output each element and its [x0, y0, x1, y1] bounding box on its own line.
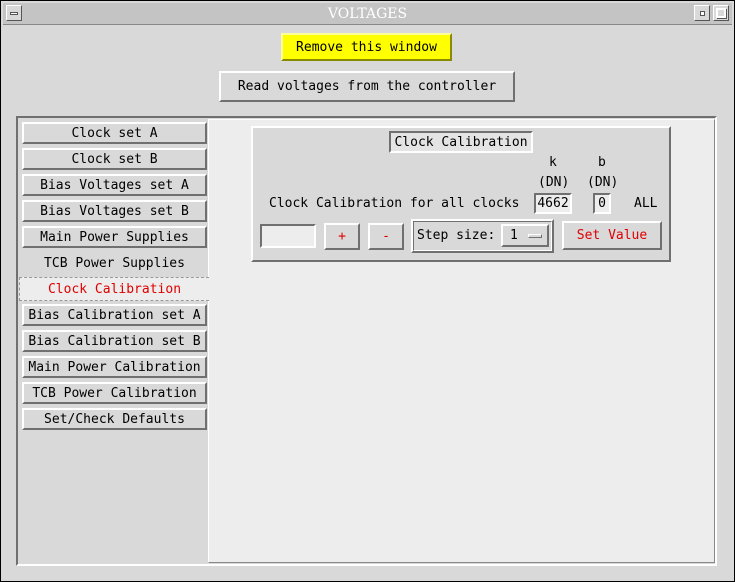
tab-clock-set-b[interactable]: Clock set B: [22, 148, 207, 170]
remove-window-button[interactable]: Remove this window: [281, 33, 452, 61]
tab-bias-calibration-set-b[interactable]: Bias Calibration set B: [22, 330, 207, 352]
step-size-value: 1: [510, 228, 518, 243]
tab-tcb-power-calibration[interactable]: TCB Power Calibration: [22, 382, 207, 404]
tab-set-check-defaults[interactable]: Set/Check Defaults: [22, 408, 207, 430]
tab-bias-voltages-set-a[interactable]: Bias Voltages set A: [22, 174, 207, 196]
column-k-unit: (DN): [538, 175, 570, 190]
decrement-button[interactable]: -: [368, 223, 404, 250]
window-title: VOLTAGES: [327, 6, 408, 22]
step-size-label: Step size:: [417, 228, 496, 243]
row-label: Clock Calibration for all clocks: [269, 196, 520, 211]
tab-main-power-supplies[interactable]: Main Power Supplies: [22, 226, 207, 248]
column-b-header: b: [598, 155, 606, 170]
tab-clock-calibration[interactable]: Clock Calibration: [19, 277, 209, 301]
set-value-button[interactable]: Set Value: [562, 221, 662, 250]
tab-main-power-calibration[interactable]: Main Power Calibration: [22, 356, 207, 378]
maximize-button[interactable]: [713, 5, 729, 21]
tab-bias-calibration-set-a[interactable]: Bias Calibration set A: [22, 304, 207, 326]
tab-tcb-power-supplies[interactable]: TCB Power Supplies: [22, 252, 207, 274]
tab-bias-voltages-set-b[interactable]: Bias Voltages set B: [22, 200, 207, 222]
maximize-icon: [716, 8, 726, 18]
increment-button[interactable]: +: [324, 223, 360, 250]
title-bar[interactable]: VOLTAGES: [3, 3, 732, 25]
minimize-icon: [700, 11, 705, 16]
tab-clock-set-a[interactable]: Clock set A: [22, 122, 207, 144]
k-value-field[interactable]: 4662: [534, 193, 572, 214]
option-menu-icon: [528, 234, 542, 238]
clock-calibration-title: Clock Calibration: [389, 131, 533, 153]
b-value-field[interactable]: 0: [593, 193, 611, 214]
minimize-button[interactable]: [694, 5, 710, 21]
step-size-menu[interactable]: 1: [501, 224, 549, 247]
all-label: ALL: [634, 196, 658, 211]
column-b-unit: (DN): [587, 175, 619, 190]
read-voltages-button[interactable]: Read voltages from the controller: [219, 71, 515, 102]
column-k-header: k: [549, 155, 557, 170]
value-input[interactable]: [260, 224, 316, 248]
